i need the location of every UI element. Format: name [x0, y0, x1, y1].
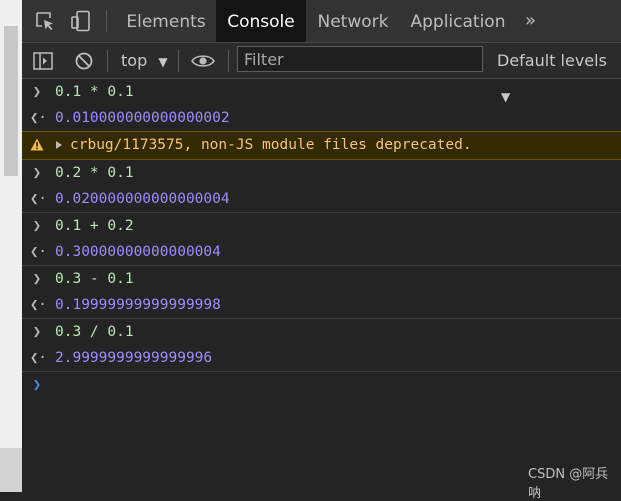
devtools-tab-bar: Elements Console Network Application »	[22, 0, 621, 43]
console-output-row: ❮· 0.020000000000000004	[22, 186, 621, 213]
watermark: CSDN @阿兵呐	[528, 467, 609, 501]
console-output-row: ❮· 0.010000000000000002	[22, 105, 621, 131]
clear-console-icon[interactable]	[73, 43, 95, 78]
console-toolbar: top ▼ Default levels ▼	[22, 43, 621, 104]
console-output-row: ❮· 0.30000000000000004	[22, 239, 621, 266]
tab-bar-divider	[106, 10, 107, 32]
log-levels-dropdown[interactable]: Default levels ▼	[497, 43, 621, 104]
console-output-row: ❮· 0.19999999999999998	[22, 292, 621, 319]
live-expression-icon[interactable]	[190, 43, 216, 78]
input-chevron-icon: ❯	[32, 84, 42, 100]
console-output-text: 0.30000000000000004	[55, 244, 221, 260]
expand-triangle-icon[interactable]	[56, 141, 62, 149]
devtools-panel: Elements Console Network Application » t…	[22, 0, 621, 501]
console-output-text: 0.020000000000000004	[55, 191, 230, 207]
console-input-row: ❯ 0.1 + 0.2	[22, 213, 621, 239]
console-output-text: 2.9999999999999996	[55, 350, 213, 366]
warning-icon	[30, 132, 44, 158]
prompt-chevron-icon: ❯	[32, 377, 42, 393]
output-chevron-icon: ❮·	[30, 297, 47, 313]
console-output-row: ❮· 2.9999999999999996	[22, 345, 621, 372]
tab-elements[interactable]: Elements	[118, 0, 214, 42]
output-chevron-icon: ❮·	[30, 110, 47, 126]
more-tabs-icon[interactable]: »	[525, 0, 536, 42]
context-label: top	[121, 51, 148, 70]
toolbar-divider	[228, 50, 229, 72]
console-warning-row[interactable]: crbug/1173575, non-JS module files depre…	[22, 131, 621, 160]
console-output-text: 0.19999999999999998	[55, 297, 221, 313]
console-messages: ❯ 0.1 * 0.1 ❮· 0.010000000000000002 crbu…	[22, 79, 621, 398]
console-input-text: 0.1 + 0.2	[55, 218, 134, 234]
console-input-text: 0.3 / 0.1	[55, 324, 134, 340]
page-scrollbar-thumb[interactable]	[4, 26, 18, 176]
console-warning-text: crbug/1173575, non-JS module files depre…	[70, 137, 472, 153]
input-chevron-icon: ❯	[32, 271, 42, 287]
tab-application[interactable]: Application	[406, 0, 510, 42]
console-input-row: ❯ 0.2 * 0.1	[22, 160, 621, 186]
filter-input[interactable]	[237, 46, 483, 72]
device-toolbar-icon[interactable]	[70, 0, 92, 42]
input-chevron-icon: ❯	[32, 218, 42, 234]
show-sidebar-icon[interactable]	[32, 43, 54, 78]
console-output-text: 0.010000000000000002	[55, 110, 230, 126]
console-input-row: ❯ 0.3 - 0.1	[22, 266, 621, 292]
log-levels-label: Default levels	[497, 51, 607, 70]
output-chevron-icon: ❮·	[30, 350, 47, 366]
inspect-element-icon[interactable]	[34, 0, 56, 42]
input-chevron-icon: ❯	[32, 324, 42, 340]
input-chevron-icon: ❯	[32, 165, 42, 181]
output-chevron-icon: ❮·	[30, 191, 47, 207]
console-input-row: ❯ 0.1 * 0.1	[22, 79, 621, 105]
console-prompt[interactable]: ❯	[22, 372, 621, 398]
console-input-row: ❯ 0.3 / 0.1	[22, 319, 621, 345]
output-chevron-icon: ❮·	[30, 244, 47, 260]
toolbar-divider	[107, 50, 108, 72]
toolbar-divider	[178, 50, 179, 72]
page-scrollbar-corner	[0, 448, 22, 492]
page-scroll-strip	[0, 0, 22, 492]
tab-console[interactable]: Console	[216, 0, 306, 42]
tab-network[interactable]: Network	[308, 0, 398, 42]
chevron-down-icon: ▼	[158, 55, 168, 69]
console-input-text: 0.1 * 0.1	[55, 84, 134, 100]
context-selector[interactable]: top ▼	[121, 43, 168, 78]
console-input-text: 0.3 - 0.1	[55, 271, 134, 287]
console-input-text: 0.2 * 0.1	[55, 165, 134, 181]
